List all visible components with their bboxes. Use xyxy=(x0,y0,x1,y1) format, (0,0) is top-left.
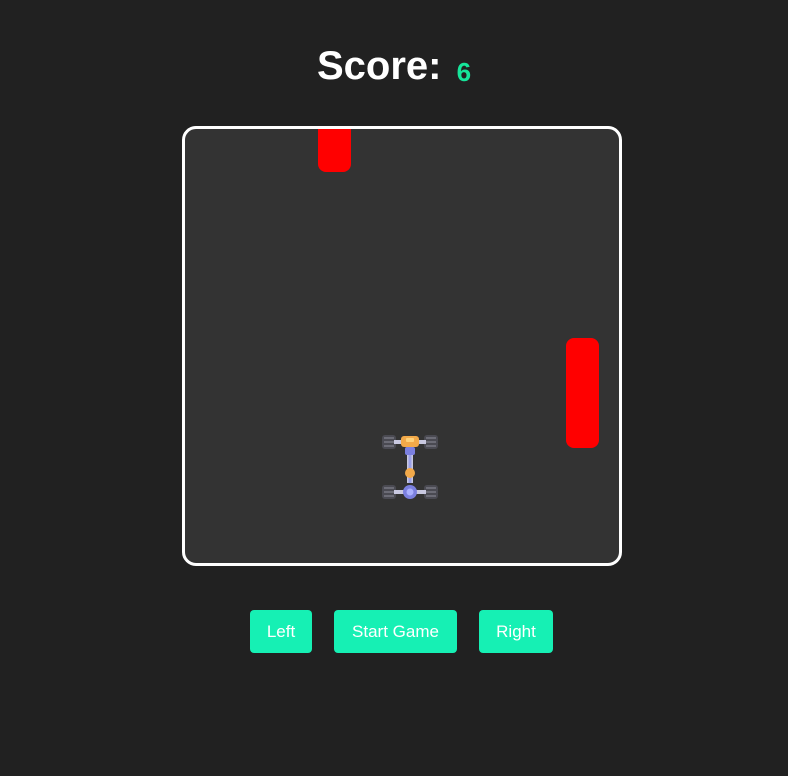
score-label: Score: xyxy=(316,44,442,88)
controls-bar: Left Start Game Right xyxy=(0,610,788,653)
left-button[interactable]: Left xyxy=(250,610,312,653)
obstacle-2 xyxy=(566,338,599,448)
score-display: Score: 6 xyxy=(0,40,788,96)
score-value: 6 xyxy=(456,57,472,87)
right-button[interactable]: Right xyxy=(479,610,553,653)
obstacle-1 xyxy=(318,129,351,172)
game-page: Score: 6 Left Start Game Right xyxy=(0,0,788,776)
game-board xyxy=(182,126,622,566)
start-game-button[interactable]: Start Game xyxy=(334,610,457,653)
car-icon xyxy=(382,435,438,499)
